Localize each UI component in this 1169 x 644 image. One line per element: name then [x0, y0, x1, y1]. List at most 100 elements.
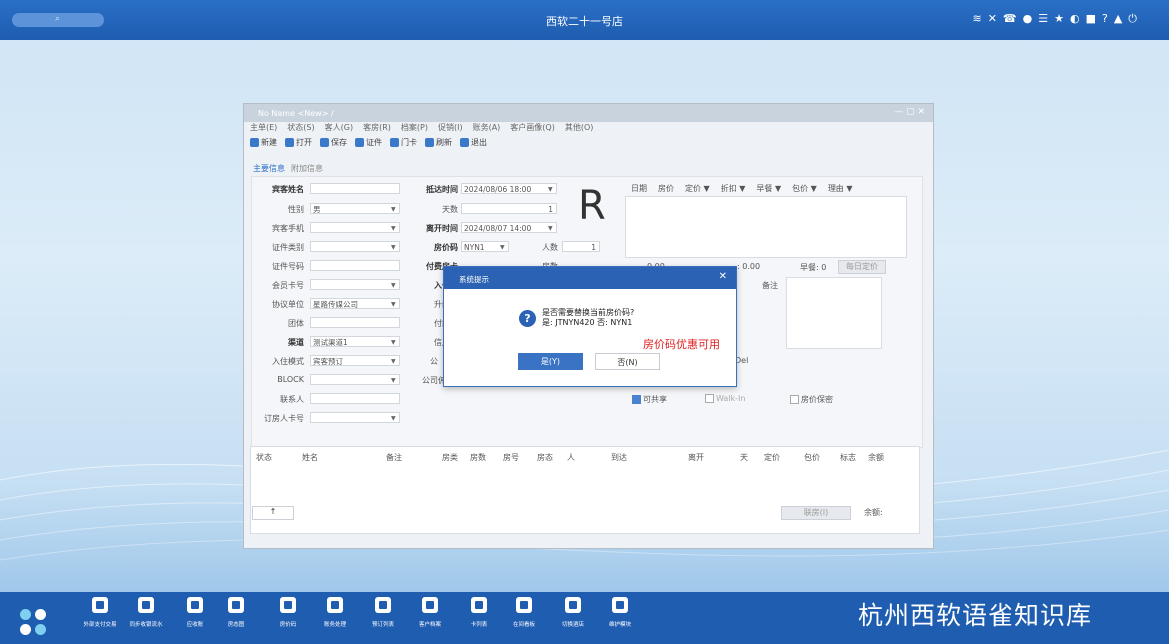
menu-guest[interactable]: 客人(G) [325, 122, 353, 134]
guest-name-input[interactable] [310, 183, 400, 194]
col-arrival: 到达 [611, 453, 627, 462]
rate-col-breakfast[interactable]: 早餐 ▼ [756, 183, 781, 194]
wifi-icon[interactable]: ≋ [972, 12, 981, 26]
rate-secret-checkbox[interactable]: 房价保密 [790, 394, 833, 405]
rate-col-reason[interactable]: 理由 ▼ [828, 183, 853, 194]
member-label: 会员卡号 [272, 281, 304, 290]
door-card-button[interactable]: 门卡 [390, 137, 417, 148]
taskbar-room-map[interactable]: 房态图 [208, 597, 264, 628]
power-icon[interactable]: ⏻ [1128, 12, 1137, 26]
id-no-input[interactable] [310, 260, 400, 271]
col-room-count: 房数 [470, 453, 486, 462]
checkbox-icon [790, 395, 799, 404]
open-button[interactable]: 打开 [285, 137, 312, 148]
persons-input[interactable]: 1 [562, 241, 600, 252]
move-up-button[interactable]: ↑ [252, 506, 294, 520]
block-select[interactable] [310, 374, 400, 385]
departure-input[interactable]: 2024/08/07 14:00 [461, 222, 557, 233]
board-icon [516, 597, 532, 613]
daily-rate-button[interactable]: 每日定价 [838, 260, 886, 274]
menu-account[interactable]: 账务(A) [473, 122, 501, 134]
chevron-down-icon: ▼ [391, 225, 396, 232]
id-card-button[interactable]: 证件 [355, 137, 382, 148]
arrival-input[interactable]: 2024/08/06 18:00 [461, 183, 557, 194]
id-type-label: 证件类别 [272, 243, 304, 252]
guest-name-label: 宾客姓名 [272, 185, 304, 194]
tools-icon[interactable]: ✕ [988, 12, 997, 26]
days-input[interactable]: 1 [461, 203, 557, 214]
group-input[interactable] [310, 317, 400, 328]
bell-icon[interactable]: ▲ [1114, 12, 1122, 26]
taskbar-maintenance[interactable]: 维护模块 [592, 597, 648, 628]
chevron-down-icon: ▼ [391, 415, 396, 422]
new-button[interactable]: 新建 [250, 137, 277, 148]
reservation-status-letter: R [578, 183, 606, 229]
walkin-checkbox[interactable]: Walk-In [705, 394, 745, 403]
rate-col-discount[interactable]: 折扣 ▼ [721, 183, 746, 194]
refresh-button[interactable]: 刷新 [425, 137, 452, 148]
chevron-down-icon: ▼ [548, 225, 553, 232]
rate-code-icon [280, 597, 296, 613]
pin-icon[interactable]: ● [1023, 12, 1033, 26]
save-icon [320, 137, 329, 147]
menu-portrait[interactable]: 客户画像(Q) [510, 122, 555, 134]
joint-room-button[interactable]: 联房(I) [781, 506, 851, 520]
shareable-checkbox[interactable]: 可共享 [632, 394, 667, 405]
booker-card-select[interactable] [310, 412, 400, 423]
col-remark: 备注 [386, 453, 402, 462]
taskbar-sync-cash[interactable]: 同步收银流水 [118, 597, 174, 628]
top-bar: ⌕ 西软二十一号店 ≋ ✕ ☎ ● ☰ ★ ◐ ■ ? ▲ ⏻ [0, 0, 1169, 40]
contact-input[interactable] [310, 393, 400, 404]
breakfast-summary: 早餐: 0 [800, 263, 827, 272]
member-input[interactable] [310, 279, 400, 290]
remark-textarea[interactable] [786, 277, 882, 349]
menu-order[interactable]: 主单(E) [250, 122, 277, 134]
menu-room[interactable]: 客房(R) [363, 122, 391, 134]
id-type-select[interactable] [310, 241, 400, 252]
phone-icon[interactable]: ☎ [1003, 12, 1017, 26]
col-room-no: 房号 [503, 453, 519, 462]
star-icon[interactable]: ★ [1054, 12, 1064, 26]
watermark-text: 杭州西软语雀知识库 [858, 601, 1093, 630]
checkin-mode-select[interactable]: 宾客预订 [310, 355, 400, 366]
menu-other[interactable]: 其他(O) [565, 122, 594, 134]
taskbar-customer-profile[interactable]: 客户档案 [402, 597, 458, 628]
app-launcher-icon[interactable] [20, 609, 48, 637]
receivables-icon [187, 597, 203, 613]
mail-icon[interactable]: ■ [1086, 12, 1096, 26]
rate-amount-2: : 0.00 [737, 262, 761, 271]
phone-input[interactable] [310, 222, 400, 233]
departure-label: 离开时间 [426, 224, 458, 233]
contact-label: 联系人 [280, 395, 304, 404]
channel-select[interactable]: 测试渠道1 [310, 336, 400, 347]
tab-main-info[interactable]: 主要信息 [253, 163, 285, 174]
menu-status[interactable]: 状态(S) [287, 122, 314, 134]
tab-extra-info[interactable]: 附加信息 [291, 163, 323, 174]
yes-button[interactable]: 是(Y) [518, 353, 583, 370]
checkin-mode-label: 入住模式 [272, 357, 304, 366]
list-icon[interactable]: ☰ [1038, 12, 1048, 26]
taskbar-in-house-board[interactable]: 在间看板 [496, 597, 552, 628]
rate-col-package[interactable]: 包价 ▼ [792, 183, 817, 194]
save-button[interactable]: 保存 [320, 137, 347, 148]
chevron-down-icon: ▼ [391, 358, 396, 365]
chevron-down-icon: ▼ [391, 206, 396, 213]
gender-select[interactable]: 男 [310, 203, 400, 214]
help-icon[interactable]: ? [1102, 12, 1108, 26]
gong-label: 公 [430, 357, 438, 366]
menu-promo[interactable]: 促销(I) [438, 122, 463, 134]
menu-profile[interactable]: 档案(P) [401, 122, 428, 134]
booking-list-icon [375, 597, 391, 613]
window-controls[interactable]: — ▢ ✕ [894, 107, 925, 117]
col-status: 状态 [256, 453, 272, 462]
moon-icon[interactable]: ◐ [1070, 12, 1080, 26]
col-set-price: 定价 [764, 453, 780, 462]
close-icon[interactable]: ✕ [719, 271, 727, 282]
rate-col-set[interactable]: 定价 ▼ [685, 183, 710, 194]
no-button[interactable]: 否(N) [595, 353, 660, 370]
chevron-down-icon: ▼ [391, 339, 396, 346]
days-label: 天数 [442, 205, 458, 214]
exit-button[interactable]: 退出 [460, 137, 487, 148]
agreement-select[interactable]: 星路传媒公司 [310, 298, 400, 309]
rate-grid[interactable] [625, 196, 907, 258]
